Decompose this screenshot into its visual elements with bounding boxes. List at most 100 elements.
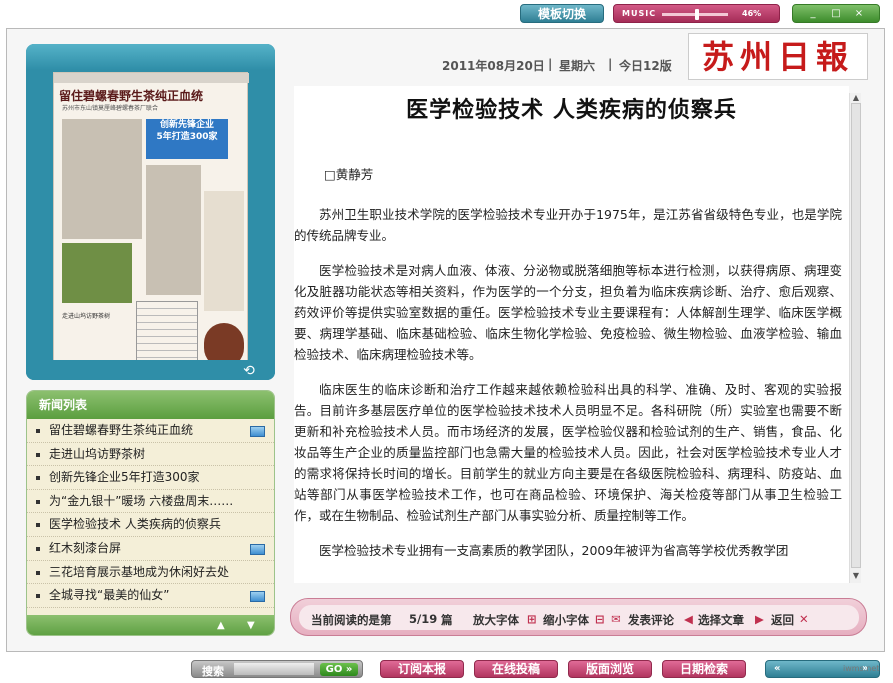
article-paragraph: 医学检验技术专业拥有一支高素质的教学团队，2009年被评为省高等学校优秀教学团 [319, 543, 789, 558]
thumbnail-subline: 苏州市东山镇莫厘峰碧螺春茶厂联合 [62, 105, 159, 112]
current-reading-label: 当前阅读的是第 [311, 613, 392, 627]
thumbnail-page-header [54, 73, 249, 83]
music-control[interactable]: MUSIC 46% [613, 4, 780, 23]
promo-line-2: 5年打造300家 [156, 132, 218, 142]
news-item-title[interactable]: 医学检验技术 人类疾病的侦察兵 [49, 517, 221, 531]
newspaper-logo: 苏州日報 [688, 33, 868, 80]
chevron-right-icon[interactable]: ▶ [755, 612, 764, 626]
scroll-up-arrow-icon[interactable]: ▲ [851, 93, 861, 103]
thumbnail-promo-box: 创新先锋企业 5年打造300家 [146, 119, 228, 159]
news-list: 留住碧螺春野生茶纯正血统 走进山坞访野茶树创新先锋企业5年打造300家为“金九银十… [27, 419, 274, 608]
article-paragraph: 临床医生的临床诊断和治疗工作越来越依赖检验科出具的科学、准确、及时、客观的实验报… [294, 382, 842, 523]
article-view: 医学检验技术 人类疾病的侦察兵 □黄静芳 苏州卫生职业技术学院的医学检验技术专业… [294, 86, 849, 583]
search-input[interactable] [234, 663, 314, 675]
news-item[interactable]: 红木刻漆台屏 [27, 537, 274, 561]
comment-button[interactable]: 发表评论 [628, 612, 674, 628]
thumbnail-side-column [204, 191, 244, 311]
thumbnail-header [26, 44, 275, 70]
weekday: 星期六 [559, 59, 596, 73]
template-switch-button[interactable]: 模板切换 [520, 4, 604, 23]
news-item-title[interactable]: 三花培育展示基地成为休闲好去处 [49, 565, 229, 579]
submit-article-button[interactable]: 在线投稿 [474, 660, 558, 678]
date-bar: 2011年08月20日 | 星期六 | 今日12版 [294, 44, 694, 74]
image-icon [250, 591, 265, 603]
image-icon [250, 426, 265, 437]
bullet-icon [36, 429, 40, 433]
music-label: MUSIC [622, 9, 657, 18]
close-x-icon[interactable]: ✕ [799, 612, 809, 626]
page-count: 今日12版 [619, 59, 672, 73]
reader-toolbar: 当前阅读的是第 5/19 篇 放大字体 ⊞ 缩小字体 ⊟ ✉ 发表评论 ◀ 选择… [290, 598, 867, 636]
minimize-icon[interactable]: _ [807, 8, 819, 20]
news-list-panel: 新闻列表 留住碧螺春野生茶纯正血统 走进山坞访野茶树创新先锋企业5年打造300家为… [26, 390, 275, 636]
news-item[interactable]: 创新先锋企业5年打造300家 [27, 466, 274, 490]
thumbnail-headline: 留住碧螺春野生茶纯正血统 [59, 89, 204, 103]
page-thumbnail[interactable]: 留住碧螺春野生茶纯正血统 苏州市东山镇莫厘峰碧螺春茶厂联合 创新先锋企业 5年打… [53, 72, 249, 380]
back-button[interactable]: 返回 [771, 612, 794, 628]
news-item[interactable]: 医学检验技术 人类疾病的侦察兵 [27, 513, 274, 537]
prev-page-icon[interactable]: « [774, 663, 780, 674]
select-article-button[interactable]: 选择文章 [698, 612, 744, 628]
issue-date: 2011年08月20日 [442, 59, 545, 73]
news-item-title[interactable]: 红木刻漆台屏 [49, 541, 121, 555]
thumbnail-text-block [146, 165, 201, 295]
news-item[interactable]: 走进山坞访野茶树 [27, 443, 274, 467]
current-reading-suffix: 篇 [441, 613, 453, 627]
bullet-icon [36, 476, 40, 481]
bullet-icon [36, 523, 40, 528]
scrollbar-thumb[interactable] [851, 103, 861, 568]
scroll-up-icon[interactable]: ▲ [217, 620, 225, 631]
browse-pages-button[interactable]: 版面浏览 [568, 660, 652, 678]
news-item-title[interactable]: 留住碧螺春野生茶纯正血统 [49, 423, 193, 437]
shrink-font-button[interactable]: 缩小字体 [543, 612, 589, 628]
news-item[interactable]: 为“金九银十”暖场 六楼盘周末…… [27, 490, 274, 514]
thumbnail-photo-tea [62, 243, 132, 303]
article-scrollbar[interactable]: ▲ ▼ [849, 93, 861, 583]
news-item-title[interactable]: 为“金九银十”暖场 六楼盘周末…… [49, 494, 233, 508]
volume-percent: 46% [742, 9, 762, 18]
news-item[interactable]: 留住碧螺春野生茶纯正血统 [27, 419, 274, 443]
article-title: 医学检验技术 人类疾病的侦察兵 [406, 98, 737, 123]
bullet-icon [36, 570, 40, 575]
search-label: 搜索 [202, 665, 224, 678]
news-list-footer: ▲ ▼ [27, 615, 274, 635]
refresh-icon[interactable]: ⟲ [238, 364, 260, 378]
chevron-left-icon[interactable]: ◀ [684, 612, 693, 626]
subscribe-button[interactable]: 订阅本报 [380, 660, 464, 678]
thumbnail-text-block [62, 119, 142, 239]
bottom-toolbar: 搜索 GO » 订阅本报 在线投稿 版面浏览 日期检索 « » [0, 655, 893, 683]
image-icon [250, 543, 265, 555]
minus-icon[interactable]: ⊟ [595, 612, 605, 626]
article-author: □黄静芳 [324, 167, 374, 182]
current-reading-position: 5/19 [409, 612, 438, 626]
maximize-icon[interactable]: □ [830, 8, 842, 20]
date-separator: | [608, 57, 613, 71]
close-icon[interactable]: × [853, 8, 865, 20]
watermark: iwms.net [843, 664, 880, 673]
enlarge-font-button[interactable]: 放大字体 [473, 612, 519, 628]
date-search-button[interactable]: 日期检索 [662, 660, 746, 678]
mail-icon[interactable]: ✉ [611, 612, 621, 626]
window-controls: _ □ × [792, 4, 880, 23]
page-thumbnail-panel: 留住碧螺春野生茶纯正血统 苏州市东山镇莫厘峰碧螺春茶厂联合 创新先锋企业 5年打… [26, 44, 275, 380]
thumbnail-feature: 走进山坞访野茶树 [62, 313, 111, 320]
news-item[interactable]: 三花培育展示基地成为休闲好去处 [27, 561, 274, 585]
top-bar: 模板切换 MUSIC 46% _ □ × [0, 0, 893, 28]
news-list-title: 新闻列表 [27, 391, 274, 419]
bullet-icon [36, 452, 40, 457]
search-go-button[interactable]: GO » [320, 663, 358, 676]
scroll-down-icon[interactable]: ▼ [247, 620, 255, 631]
article-paragraph: 医学检验技术是对病人血液、体液、分泌物或脱落细胞等标本进行检测，以获得病原、病理… [294, 263, 842, 362]
scroll-down-arrow-icon[interactable]: ▼ [851, 571, 861, 581]
promo-line-1: 创新先锋企业 [159, 120, 214, 130]
date-separator: | [548, 57, 553, 71]
volume-slider-handle[interactable] [695, 9, 699, 20]
news-item-title[interactable]: 走进山坞访野茶树 [49, 447, 145, 461]
bullet-icon [36, 499, 40, 504]
news-item[interactable]: 全城寻找“最美的仙女” [27, 584, 274, 608]
plus-icon[interactable]: ⊞ [527, 612, 537, 626]
news-item-title[interactable]: 创新先锋企业5年打造300家 [49, 470, 200, 484]
bullet-icon [36, 546, 40, 551]
news-item-title[interactable]: 全城寻找“最美的仙女” [49, 588, 169, 602]
bullet-icon [36, 594, 40, 599]
